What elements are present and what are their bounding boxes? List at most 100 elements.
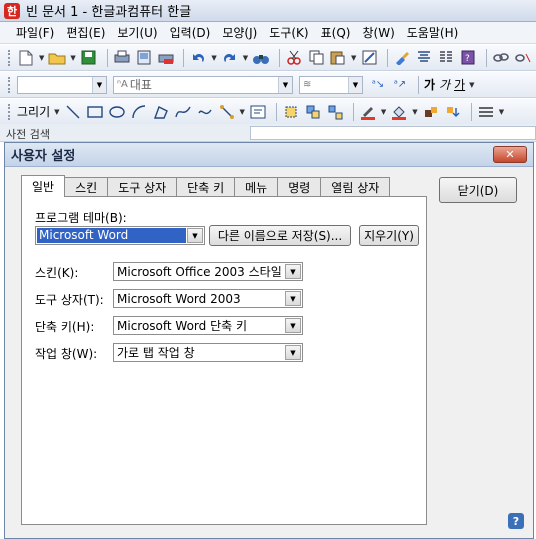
tab-toolbox[interactable]: 도구 상자 (107, 177, 178, 197)
font-size-combo[interactable]: ≋ ▼ (299, 75, 363, 94)
italic-button[interactable]: 가 (439, 76, 450, 93)
chevron-down-icon[interactable]: ▼ (285, 318, 301, 333)
chevron-down-icon[interactable]: ▼ (187, 228, 203, 243)
menu-format[interactable]: 모양(J) (216, 24, 263, 41)
chevron-down-icon[interactable]: ▼ (39, 54, 44, 62)
line-color-icon[interactable] (359, 103, 377, 121)
connector-tool-icon[interactable] (218, 103, 236, 121)
font-size-increase-icon[interactable]: ᵃ↗ (391, 76, 409, 94)
menu-table[interactable]: 표(Q) (315, 24, 357, 41)
open-folder-icon[interactable] (48, 49, 66, 67)
pdf-print-icon[interactable] (157, 49, 175, 67)
chevron-down-icon[interactable]: ▼ (285, 291, 301, 306)
toolbar-grip[interactable] (8, 49, 11, 66)
menu-insert[interactable]: 입력(D) (164, 24, 217, 41)
chevron-down-icon[interactable]: ▼ (70, 54, 75, 62)
save-as-button[interactable]: 다른 이름으로 저장(S)... (209, 225, 351, 246)
select-objects-icon[interactable] (282, 103, 300, 121)
curve-tool-icon[interactable] (174, 103, 192, 121)
chevron-down-icon[interactable]: ▼ (92, 76, 106, 93)
chevron-down-icon[interactable]: ▼ (285, 264, 301, 279)
chevron-down-icon[interactable]: ▼ (469, 81, 474, 89)
arc-tool-icon[interactable] (130, 103, 148, 121)
bold-button[interactable]: 가 (424, 76, 435, 93)
tab-open-box[interactable]: 열림 상자 (320, 177, 391, 197)
line-tool-icon[interactable] (64, 103, 82, 121)
help-icon[interactable]: ? (508, 513, 524, 529)
fill-color-icon[interactable] (390, 103, 408, 121)
rectangle-tool-icon[interactable] (86, 103, 104, 121)
copy-icon[interactable] (307, 49, 325, 67)
menu-file[interactable]: 파일(F) (10, 24, 60, 41)
cut-icon[interactable] (285, 49, 303, 67)
menu-edit[interactable]: 편집(E) (60, 24, 111, 41)
line-style-icon[interactable] (477, 103, 495, 121)
tab-general[interactable]: 일반 (21, 175, 66, 197)
polygon-tool-icon[interactable] (152, 103, 170, 121)
freehand-tool-icon[interactable] (196, 103, 214, 121)
toolbar-grip[interactable] (8, 76, 11, 93)
chevron-down-icon[interactable]: ▼ (211, 54, 216, 62)
ellipse-tool-icon[interactable] (108, 103, 126, 121)
help-book-icon[interactable]: ? (459, 49, 477, 67)
horizontal-ruler[interactable] (250, 126, 536, 140)
tab-shortcut-keys[interactable]: 단축 키 (176, 177, 236, 197)
font-size-decrease-icon[interactable]: ᵃ↘ (369, 76, 387, 94)
skin-select[interactable]: Microsoft Office 2003 스타일 ▼ (113, 262, 303, 281)
menu-window[interactable]: 창(W) (356, 24, 400, 41)
bring-forward-icon[interactable] (422, 103, 440, 121)
close-icon[interactable]: ✕ (493, 146, 527, 163)
toolbox-select[interactable]: Microsoft Word 2003 ▼ (113, 289, 303, 308)
ungroup-objects-icon[interactable] (326, 103, 344, 121)
chevron-down-icon[interactable]: ▼ (348, 76, 362, 93)
chevron-down-icon[interactable]: ▼ (381, 108, 386, 116)
drawing-toolbar: 그리기 ▼ ▼ ▼ ▼ ▼ (0, 99, 536, 125)
group-objects-icon[interactable] (304, 103, 322, 121)
chevron-down-icon[interactable]: ▼ (54, 108, 59, 116)
tab-menu[interactable]: 메뉴 (234, 177, 279, 197)
task-pane-select[interactable]: 가로 탭 작업 창 ▼ (113, 343, 303, 362)
dialog-title-bar[interactable]: 사용자 설정 ✕ (5, 143, 533, 167)
style-combo-label: 대표 (129, 78, 152, 92)
theme-select[interactable]: Microsoft Word ▼ (35, 226, 205, 245)
close-button[interactable]: 닫기(D) (439, 177, 517, 203)
underline-button[interactable]: 가 (454, 76, 465, 93)
unlink-icon[interactable] (514, 49, 532, 67)
send-backward-icon[interactable] (444, 103, 462, 121)
menu-tools[interactable]: 도구(K) (263, 24, 314, 41)
chevron-down-icon[interactable]: ▼ (499, 108, 504, 116)
menu-view[interactable]: 보기(U) (111, 24, 163, 41)
font-language-combo[interactable]: ▼ (17, 75, 107, 94)
print-preview-icon[interactable] (135, 49, 153, 67)
draw-menu-label[interactable]: 그리기 (17, 103, 50, 120)
save-icon[interactable] (80, 49, 98, 67)
style-combo[interactable]: ⁿA 대표 ▼ (113, 75, 293, 94)
textbox-tool-icon[interactable] (249, 103, 267, 121)
paste-icon[interactable] (329, 49, 347, 67)
undo-icon[interactable] (189, 49, 207, 67)
chevron-down-icon[interactable]: ▼ (412, 108, 417, 116)
shortcut-keys-select[interactable]: Microsoft Word 단축 키 ▼ (113, 316, 303, 335)
format-painter-icon[interactable] (360, 49, 378, 67)
columns-icon[interactable] (437, 49, 455, 67)
delete-button[interactable]: 지우기(Y) (359, 225, 419, 246)
toolbar-separator (106, 48, 108, 67)
chevron-down-icon[interactable]: ▼ (243, 54, 248, 62)
find-binoculars-icon[interactable] (252, 49, 270, 67)
menu-help[interactable]: 도움말(H) (401, 24, 465, 41)
style-brush-icon[interactable] (393, 49, 411, 67)
toolbar-grip[interactable] (8, 103, 11, 120)
align-center-icon[interactable] (415, 49, 433, 67)
chevron-down-icon[interactable]: ▼ (285, 345, 301, 360)
chevron-down-icon[interactable]: ▼ (351, 54, 356, 62)
chevron-down-icon[interactable]: ▼ (278, 76, 292, 93)
redo-icon[interactable] (221, 49, 239, 67)
new-document-icon[interactable] (17, 49, 35, 67)
tab-commands[interactable]: 명령 (277, 177, 322, 197)
tab-skin[interactable]: 스킨 (64, 177, 109, 197)
print-icon[interactable] (113, 49, 131, 67)
font-size-icon: ≋ (303, 79, 312, 90)
chevron-down-icon[interactable]: ▼ (240, 108, 245, 116)
skin-select-value: Microsoft Office 2003 스타일 (117, 265, 282, 279)
link-icon[interactable] (492, 49, 510, 67)
